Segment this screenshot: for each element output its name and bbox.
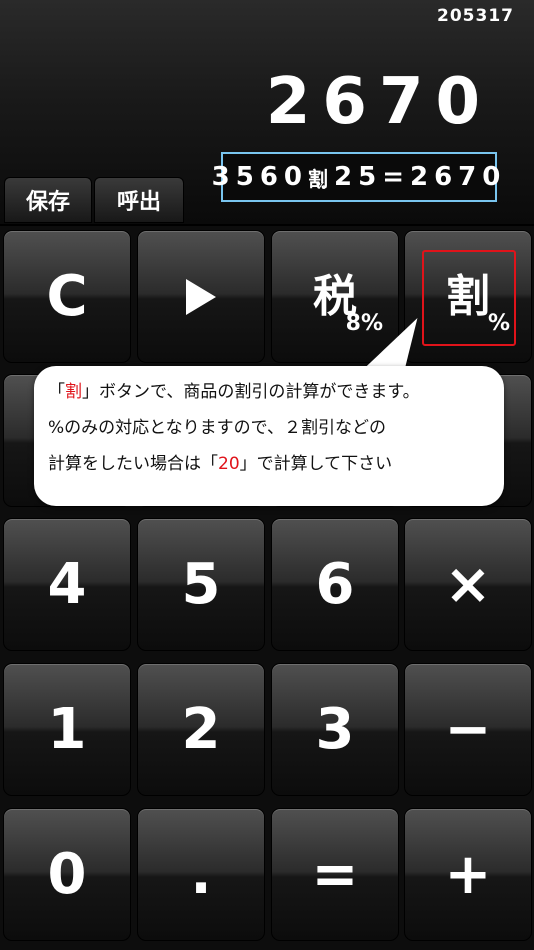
tooltip-line-2: %のみの対応となりますので、２割引などの xyxy=(48,418,386,438)
play-icon xyxy=(186,278,216,315)
digit-5-button[interactable]: 5 xyxy=(137,518,265,651)
expression-operator-sub: % xyxy=(316,180,327,192)
equals-button[interactable]: = xyxy=(271,808,399,941)
digit-3-button[interactable]: 3 xyxy=(271,663,399,796)
digit-6-button[interactable]: 6 xyxy=(271,518,399,651)
digit-1-button[interactable]: 1 xyxy=(3,663,131,796)
tooltip-line-1: 「割」ボタンで、商品の割引の計算ができます。 xyxy=(48,382,420,402)
tooltip-line-3: 計算をしたい場合は「20」で計算して下さい xyxy=(48,454,393,474)
expression-display: 3560 割% 25=2670 xyxy=(212,152,500,202)
play-button[interactable] xyxy=(137,230,265,363)
plus-button[interactable]: + xyxy=(404,808,532,941)
digit-4-button[interactable]: 4 xyxy=(3,518,131,651)
digit-0-button[interactable]: 0 xyxy=(3,808,131,941)
counter-display: 205317 xyxy=(437,6,514,26)
clear-button[interactable]: C xyxy=(3,230,131,363)
digit-2-button[interactable]: 2 xyxy=(137,663,265,796)
multiply-button[interactable]: × xyxy=(404,518,532,651)
minus-button[interactable]: − xyxy=(404,663,532,796)
decimal-button[interactable]: . xyxy=(137,808,265,941)
tooltip-bubble: 「割」ボタンで、商品の割引の計算ができます。 %のみの対応となりますので、２割引… xyxy=(34,366,504,506)
save-button[interactable]: 保存 xyxy=(4,177,92,223)
expression-left: 3560 xyxy=(211,162,309,192)
recall-button[interactable]: 呼出 xyxy=(94,177,184,223)
expression-operator: 割% xyxy=(308,166,329,192)
result-display: 2670 xyxy=(265,65,492,139)
discount-highlight xyxy=(422,250,516,346)
expression-right: 25=2670 xyxy=(334,162,507,192)
